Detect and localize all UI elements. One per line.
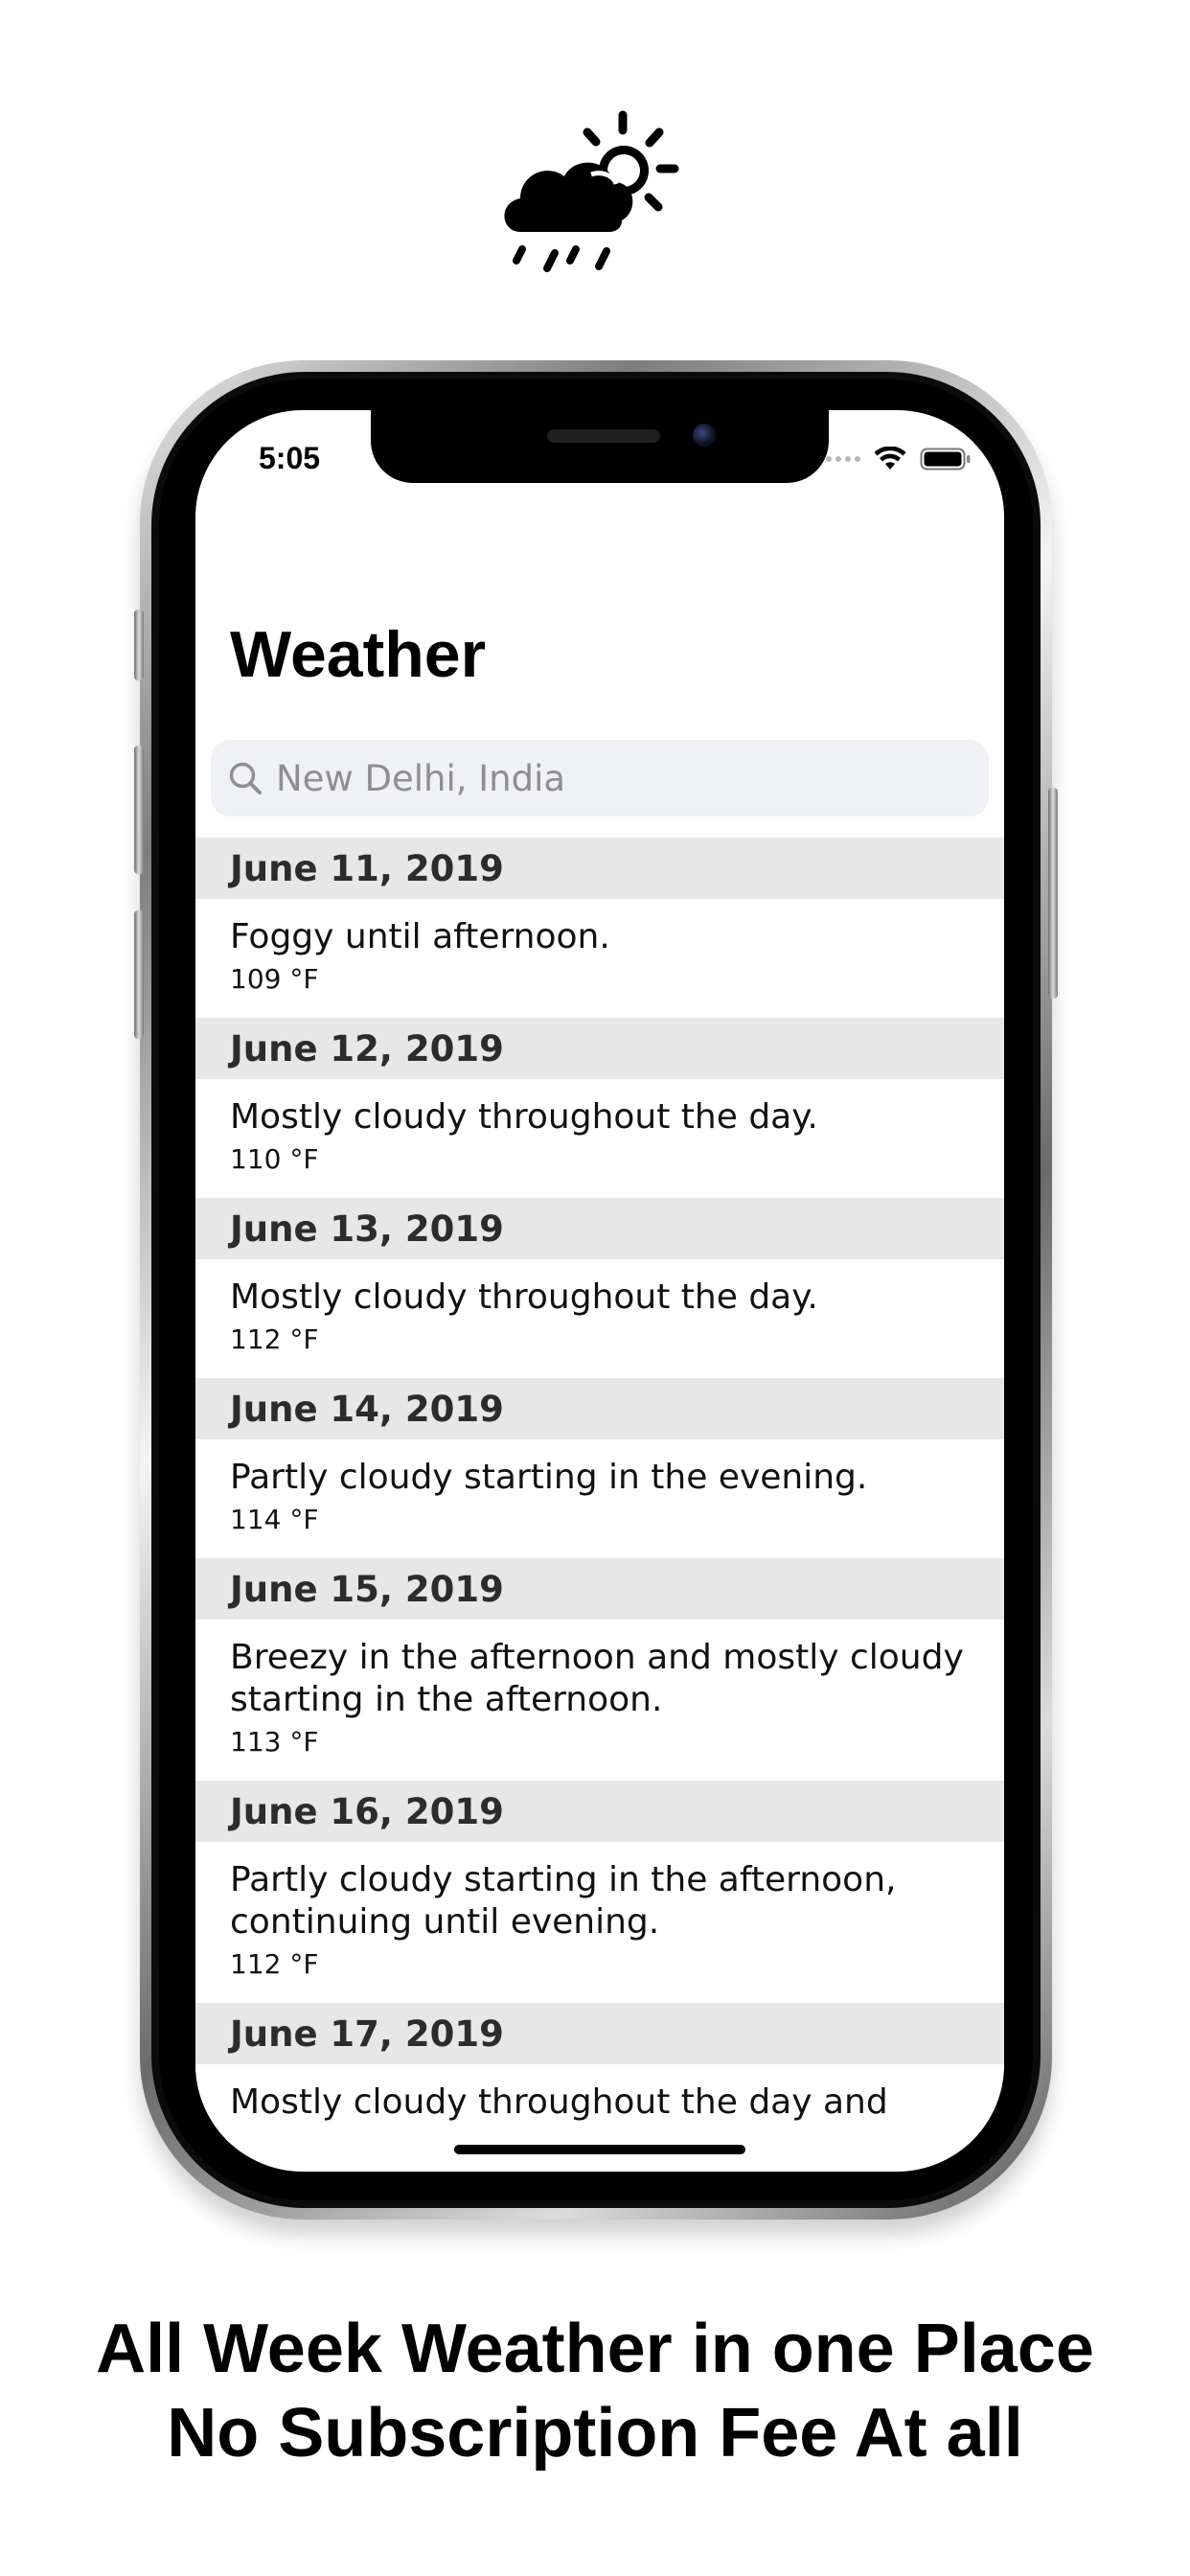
forecast-temperature: 112 °F — [230, 1323, 319, 1355]
forecast-description: starting in the afternoon. — [230, 1680, 663, 1719]
front-camera — [693, 424, 716, 447]
section-header-date: June 13, 2019 — [195, 1198, 1004, 1259]
forecast-row[interactable]: Mostly cloudy throughout the day. 112 °F — [195, 1259, 1004, 1378]
section-header-date: June 12, 2019 — [195, 1018, 1004, 1079]
forecast-row[interactable]: Mostly cloudy throughout the day. 110 °F — [195, 1079, 1004, 1198]
section-header-date: June 11, 2019 — [195, 838, 1004, 899]
caption-line-1: All Week Weather in one Place — [96, 2311, 1094, 2387]
forecast-temperature: 114 °F — [230, 1504, 319, 1535]
forecast-description: Breezy in the afternoon and mostly cloud… — [230, 1638, 964, 1677]
caption-line-2: No Subscription Fee At all — [167, 2395, 1023, 2472]
search-icon — [229, 762, 262, 794]
forecast-description: Mostly cloudy throughout the day. — [230, 1097, 818, 1137]
battery-icon — [920, 448, 971, 471]
forecast-temperature: 112 °F — [230, 1948, 319, 1980]
earpiece-speaker — [547, 429, 660, 443]
section-header-date: June 15, 2019 — [195, 1558, 1004, 1620]
forecast-row[interactable]: Mostly cloudy throughout the day and — [195, 2064, 1004, 2145]
forecast-row[interactable]: Partly cloudy starting in the evening. 11… — [195, 1439, 1004, 1558]
forecast-row[interactable]: Breezy in the afternoon and mostly cloud… — [195, 1620, 1004, 1781]
forecast-temperature: 110 °F — [230, 1143, 319, 1175]
forecast-description: Mostly cloudy throughout the day. — [230, 1277, 818, 1317]
volume-up-button — [134, 746, 144, 874]
notch — [371, 410, 829, 483]
forecast-row[interactable]: Partly cloudy starting in the afternoon,… — [195, 1842, 1004, 2003]
forecast-list[interactable]: June 11, 2019 Foggy until afternoon. 109 °… — [195, 838, 1004, 2145]
phone-screen: 5:05 Weather New Delhi, India June 11, 2… — [195, 410, 1004, 2172]
page-title: Weather — [230, 618, 487, 691]
forecast-temperature: 109 °F — [230, 963, 319, 995]
volume-down-button — [134, 910, 144, 1039]
app-store-screenshot: 5:05 Weather New Delhi, India June 11, 2… — [0, 0, 1190, 2576]
mute-switch — [134, 610, 144, 680]
forecast-description: continuing until evening. — [230, 1902, 660, 1942]
section-header-date: June 17, 2019 — [195, 2003, 1004, 2064]
forecast-description: Partly cloudy starting in the evening. — [230, 1458, 868, 1497]
signal-icon — [826, 456, 860, 462]
forecast-description: Partly cloudy starting in the afternoon, — [230, 1860, 897, 1899]
cloud-sun-rain-icon — [504, 110, 679, 272]
forecast-description: Foggy until afternoon. — [230, 917, 610, 956]
wifi-icon — [874, 447, 906, 470]
home-indicator[interactable] — [454, 2145, 745, 2154]
forecast-temperature: 113 °F — [230, 1726, 319, 1758]
section-header-date: June 14, 2019 — [195, 1378, 1004, 1439]
search-input[interactable] — [276, 757, 947, 799]
status-icons — [826, 445, 972, 473]
status-time: 5:05 — [259, 441, 321, 475]
forecast-row[interactable]: Foggy until afternoon. 109 °F — [195, 899, 1004, 1018]
power-button — [1048, 788, 1058, 999]
search-bar[interactable] — [211, 740, 989, 816]
forecast-description: Mostly cloudy throughout the day and — [230, 2082, 888, 2122]
section-header-date: June 16, 2019 — [195, 1781, 1004, 1842]
